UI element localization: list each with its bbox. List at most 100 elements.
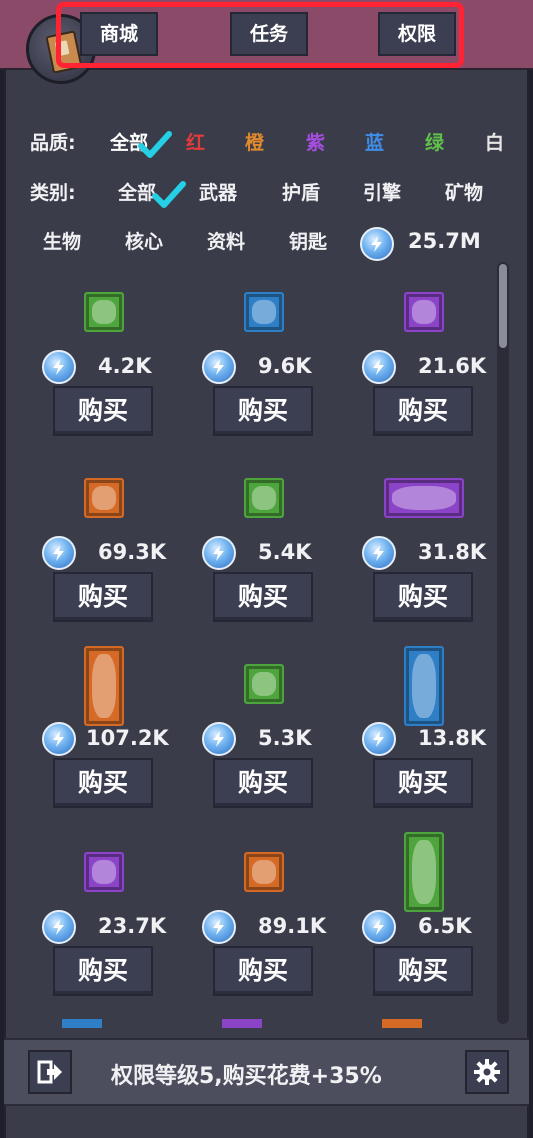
permission-status-text: 权限等级5,购买花费+35%: [111, 1064, 382, 1089]
item-artwork: [252, 672, 276, 696]
shop-item-partial: [222, 1019, 262, 1028]
quality-filter-label: 品质:: [30, 132, 76, 154]
data-scroll-icon[interactable]: [244, 664, 284, 704]
quality-option-purple[interactable]: 紫: [306, 128, 325, 155]
category-option-data[interactable]: 资料: [207, 227, 245, 254]
item-price: 5.3K: [258, 726, 312, 750]
item-price: 31.8K: [418, 540, 487, 564]
pink-device-icon[interactable]: [84, 852, 124, 892]
buy-button[interactable]: 购买: [53, 758, 153, 808]
item-price: 23.7K: [98, 914, 167, 938]
exit-button[interactable]: [28, 1050, 72, 1094]
shop-item: 5.3K 购买: [200, 634, 360, 814]
quality-option-blue[interactable]: 蓝: [365, 128, 384, 155]
shop-item-grid[interactable]: 4.2K 购买 9.6K 购买 21.6K 购买 69.3K 购买 5.4K 购买 31.8K 购买 1…: [18, 262, 513, 1028]
quality-option-green[interactable]: 绿: [425, 128, 444, 155]
quality-option-red[interactable]: 红: [186, 128, 205, 155]
energy-shard-icon: [360, 227, 394, 261]
settings-button[interactable]: [465, 1050, 509, 1094]
energy-shard-icon: [202, 722, 236, 756]
energy-shard-icon: [202, 350, 236, 384]
shop-item: 23.7K 购买: [40, 822, 200, 1002]
layer-core-icon[interactable]: [244, 852, 284, 892]
tab-tasks[interactable]: 任务: [230, 12, 308, 56]
item-price: 13.8K: [418, 726, 487, 750]
shop-item: 9.6K 购买: [200, 262, 360, 442]
bottom-bar: 权限等级5,购买花费+35%: [4, 1038, 529, 1106]
shop-item: 13.8K 购买: [360, 634, 513, 814]
shop-item: 31.8K 购买: [360, 446, 513, 626]
orange-spore-icon[interactable]: [84, 478, 124, 518]
robot-turret-icon[interactable]: [404, 646, 444, 726]
shop-item: 21.6K 购买: [360, 262, 513, 442]
buy-button[interactable]: 购买: [373, 386, 473, 436]
item-artwork: [412, 300, 436, 324]
gear-icon: [474, 1059, 500, 1085]
buy-button[interactable]: 购买: [373, 946, 473, 996]
energy-shard-icon: [202, 536, 236, 570]
item-artwork: [92, 300, 116, 324]
item-artwork: [92, 860, 116, 884]
quality-option-white[interactable]: 白: [485, 128, 504, 155]
category-option-engines[interactable]: 引擎: [363, 178, 401, 205]
category-option-all[interactable]: 全部: [118, 178, 156, 205]
item-price: 5.4K: [258, 540, 312, 564]
purple-rock-icon[interactable]: [384, 478, 464, 518]
item-price: 107.2K: [86, 726, 169, 750]
shop-item: 107.2K 购买: [40, 634, 200, 814]
scroll-thumb[interactable]: [499, 264, 507, 348]
dna-capsule-icon[interactable]: [404, 832, 444, 912]
energy-shard-icon: [202, 910, 236, 944]
shop-item: 6.5K 购买: [360, 822, 513, 1002]
item-price: 89.1K: [258, 914, 327, 938]
item-price: 4.2K: [98, 354, 152, 378]
buy-button[interactable]: 购买: [53, 572, 153, 622]
category-option-shields[interactable]: 护盾: [282, 178, 320, 205]
item-price: 6.5K: [418, 914, 472, 938]
shop-item: 5.4K 购买: [200, 446, 360, 626]
item-artwork: [252, 860, 276, 884]
tab-permissions[interactable]: 权限: [378, 12, 456, 56]
category-option-keys[interactable]: 钥匙: [289, 227, 327, 254]
buy-button[interactable]: 购买: [213, 386, 313, 436]
buy-button[interactable]: 购买: [213, 572, 313, 622]
buy-button[interactable]: 购买: [213, 946, 313, 996]
category-option-bio[interactable]: 生物: [43, 227, 81, 254]
item-price: 9.6K: [258, 354, 312, 378]
energy-shard-icon: [42, 350, 76, 384]
item-artwork: [92, 654, 116, 718]
green-crystal-icon[interactable]: [84, 292, 124, 332]
metal-plate-icon[interactable]: [84, 646, 124, 726]
currency-total: 25.7M: [408, 229, 481, 253]
item-artwork: [412, 654, 436, 718]
selected-check-icon: [138, 131, 172, 158]
tab-shop[interactable]: 商城: [80, 12, 158, 56]
energy-shard-icon: [42, 536, 76, 570]
energy-shard-icon: [362, 910, 396, 944]
quality-option-orange[interactable]: 橙: [245, 128, 264, 155]
energy-shard-icon: [362, 350, 396, 384]
grey-ore-icon[interactable]: [244, 478, 284, 518]
shop-item: 4.2K 购买: [40, 262, 200, 442]
energy-shard-icon: [42, 910, 76, 944]
energy-shard-icon: [362, 722, 396, 756]
energy-shard-icon: [362, 536, 396, 570]
energy-shard-icon: [42, 722, 76, 756]
buy-button[interactable]: 购买: [53, 386, 153, 436]
blue-orb-icon[interactable]: [244, 292, 284, 332]
item-artwork: [412, 840, 436, 904]
category-option-weapons[interactable]: 武器: [199, 178, 237, 205]
buy-button[interactable]: 购买: [373, 572, 473, 622]
shop-item: 89.1K 购买: [200, 822, 360, 1002]
item-price: 21.6K: [418, 354, 487, 378]
buy-button[interactable]: 购买: [213, 758, 313, 808]
category-option-minerals[interactable]: 矿物: [445, 178, 483, 205]
scrollbar[interactable]: [497, 262, 509, 1024]
category-option-cores[interactable]: 核心: [125, 227, 163, 254]
buy-button[interactable]: 购买: [373, 758, 473, 808]
purple-key-icon[interactable]: [404, 292, 444, 332]
item-price: 69.3K: [98, 540, 167, 564]
category-filter-label: 类别:: [30, 182, 76, 204]
buy-button[interactable]: 购买: [53, 946, 153, 996]
exit-icon: [37, 1060, 62, 1084]
